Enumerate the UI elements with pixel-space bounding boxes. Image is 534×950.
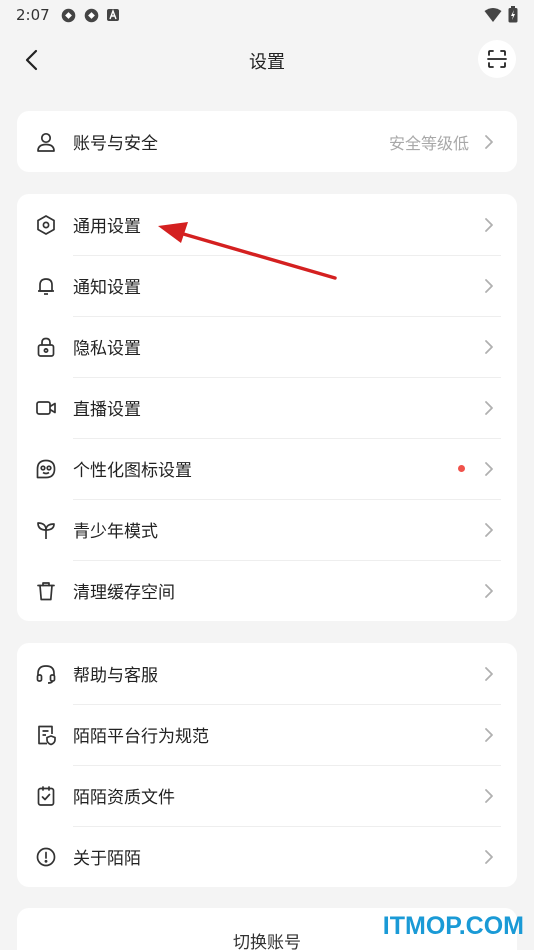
security-level-value: 安全等级低 [388,133,469,153]
video-camera-icon [35,397,57,419]
settings-card: 通用设置 通知设置 隐私设置 直播设置 个性化图标设置 青少年模式 清理缓存空间 [17,194,517,621]
privacy-settings-row[interactable]: 隐私设置 [17,316,517,377]
app-badge-icon [106,9,119,21]
row-label: 直播设置 [73,400,141,420]
face-icon [35,458,57,480]
chevron-right-icon [479,786,499,806]
trash-icon [35,580,57,602]
app-notification-icon [61,8,75,22]
row-label: 陌陌平台行为规范 [73,727,209,747]
bell-icon [35,275,57,297]
general-settings-row[interactable]: 通用设置 [17,194,517,255]
page-title: 设置 [249,52,285,73]
row-label: 陌陌资质文件 [73,788,175,808]
qualification-files-row[interactable]: 陌陌资质文件 [17,765,517,826]
row-label: 关于陌陌 [73,849,141,869]
chevron-right-icon [479,132,499,152]
chevron-right-icon [479,664,499,684]
row-label: 隐私设置 [73,339,141,359]
row-label: 通知设置 [73,278,141,298]
chevron-right-icon [479,459,499,479]
scan-button[interactable] [478,40,516,78]
headset-icon [35,663,57,685]
switch-account-label: 切换账号 [233,933,301,950]
status-time: 2:07 [16,6,50,24]
chevron-right-icon [479,581,499,601]
row-label: 青少年模式 [73,522,158,542]
nav-bar: 设置 [0,38,534,82]
teen-mode-row[interactable]: 青少年模式 [17,499,517,560]
row-label: 通用设置 [73,217,141,237]
status-bar: 2:07 [0,0,534,30]
live-settings-row[interactable]: 直播设置 [17,377,517,438]
scan-icon [487,50,507,68]
platform-rules-row[interactable]: 陌陌平台行为规范 [17,704,517,765]
chevron-right-icon [479,276,499,296]
lock-icon [35,336,57,358]
clear-cache-row[interactable]: 清理缓存空间 [17,560,517,621]
watermark-logo: ITMOP.COM [382,912,524,940]
account-card: 账号与安全 安全等级低 [17,111,517,172]
certificate-icon [35,785,57,807]
chevron-right-icon [479,215,499,235]
new-badge-dot [458,465,465,472]
custom-icon-settings-row[interactable]: 个性化图标设置 [17,438,517,499]
chevron-right-icon [479,725,499,745]
sprout-icon [35,519,57,541]
row-label: 账号与安全 [73,134,158,154]
row-label: 清理缓存空间 [73,583,175,603]
info-icon [35,846,57,868]
wifi-icon [484,7,502,22]
notification-settings-row[interactable]: 通知设置 [17,255,517,316]
chevron-right-icon [479,520,499,540]
help-service-row[interactable]: 帮助与客服 [17,643,517,704]
chevron-right-icon [479,398,499,418]
row-label: 个性化图标设置 [73,461,192,481]
hexagon-settings-icon [35,214,57,236]
app-notification-icon [84,8,98,22]
help-card: 帮助与客服 陌陌平台行为规范 陌陌资质文件 关于陌陌 [17,643,517,887]
document-shield-icon [35,724,57,746]
chevron-right-icon [479,847,499,867]
battery-icon [508,6,518,23]
row-label: 帮助与客服 [73,666,158,686]
about-row[interactable]: 关于陌陌 [17,826,517,887]
account-security-row[interactable]: 账号与安全 安全等级低 [17,111,517,172]
person-icon [35,131,57,153]
chevron-right-icon [479,337,499,357]
